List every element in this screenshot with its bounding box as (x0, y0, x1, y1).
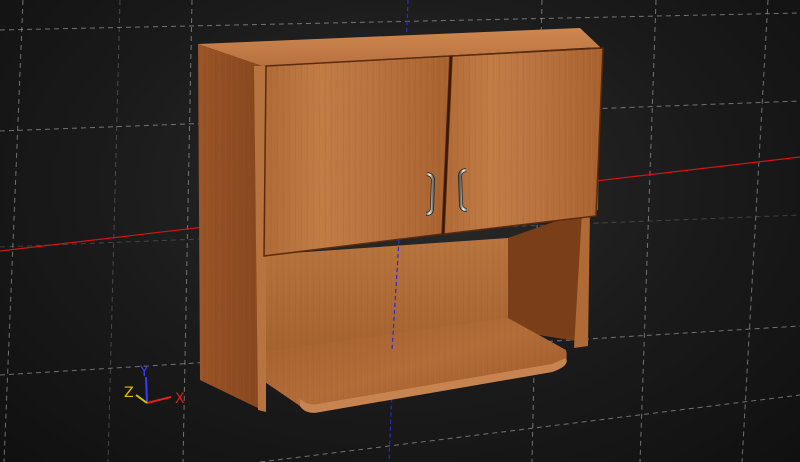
axis-gizmo: X Y Z (124, 364, 185, 407)
gizmo-y-label: Y (139, 364, 149, 380)
gizmo-x-label: X (175, 391, 185, 407)
3d-viewport[interactable]: X Y Z (0, 0, 800, 462)
cabinet-model[interactable] (198, 28, 604, 413)
gizmo-z-label: Z (124, 385, 134, 401)
viewport-scene: X Y Z (0, 0, 800, 462)
